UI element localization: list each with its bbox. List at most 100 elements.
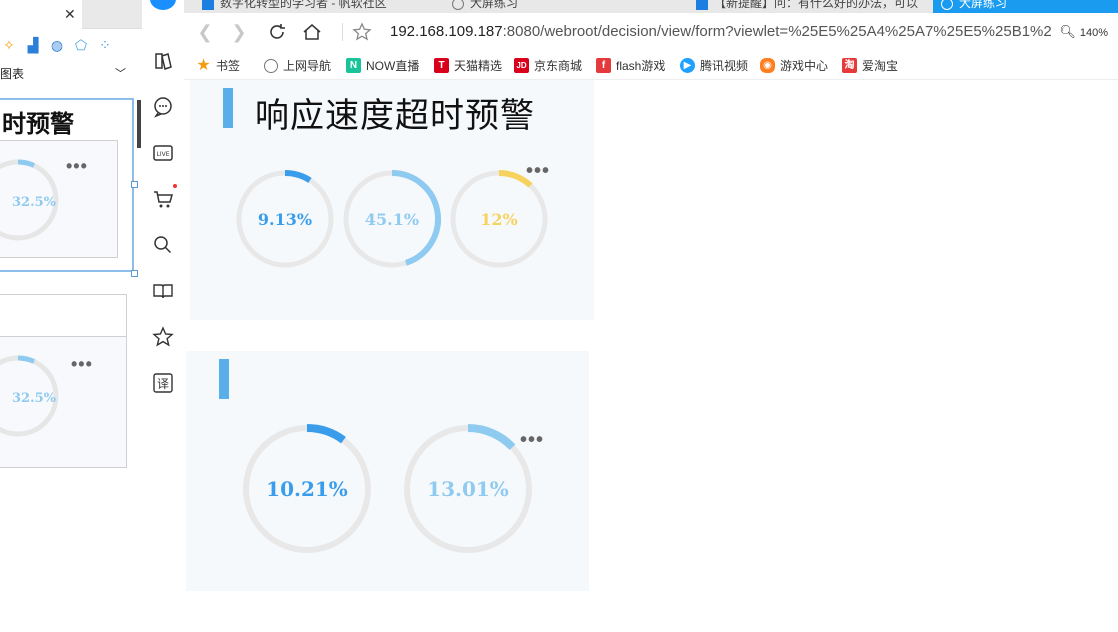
bookmark-4[interactable]: JD 京东商城: [514, 57, 582, 74]
radar-chart-icon[interactable]: ⬠: [72, 36, 90, 54]
url-path: :8080/webroot/decision/view/form?viewlet…: [502, 23, 1052, 40]
editor-scrollbar[interactable]: [137, 100, 141, 148]
gauge-value: 9.13%: [258, 210, 312, 229]
title-accent-bar: [219, 359, 229, 399]
bookmark-5[interactable]: f flash游戏: [596, 57, 665, 74]
chart-type-icon[interactable]: ✧: [0, 36, 18, 54]
taobao-icon: 淘: [842, 58, 857, 73]
bookmark-star-icon[interactable]: [351, 21, 373, 43]
bookmark-6[interactable]: ▶ 腾讯视频: [680, 57, 748, 74]
bookmark-7[interactable]: ◉ 游戏中心: [760, 57, 828, 74]
title-accent-bar: [223, 88, 233, 128]
tab-3-label: 大屏练习: [959, 0, 1008, 10]
search-icon[interactable]: [152, 234, 174, 256]
response-timeout-panel: 响应速度超时预警 ••• 9.13% 45.1% 12%: [190, 80, 594, 320]
gauge-value: 12%: [480, 210, 517, 229]
toolbar-separator: [342, 23, 343, 41]
bookmark-label: 游戏中心: [780, 59, 829, 73]
globe-icon: [452, 0, 464, 10]
notification-dot: [173, 184, 177, 188]
bookmark-0[interactable]: ★ 书签: [196, 57, 240, 74]
scatter-chart-icon[interactable]: ⁘: [96, 36, 114, 54]
live-icon[interactable]: LIVE: [152, 142, 174, 164]
gauge-arc: [306, 424, 346, 444]
widget-title-fragment: 时预警: [2, 111, 74, 138]
bookmark-label: 京东商城: [534, 59, 583, 73]
jd-icon: JD: [514, 58, 529, 73]
gauge-ring: 13.01%: [404, 424, 532, 553]
left-editor-window: ✕ ✧ ▟ ◍ ⬠ ⁘ 图表 ﹀ 时预警 32.5% ••• 32.5% •••: [0, 0, 143, 632]
shopping-cart-icon[interactable]: [152, 188, 174, 210]
bookmark-3[interactable]: T 天猫精选: [434, 57, 502, 74]
bookmark-label: flash游戏: [616, 59, 666, 73]
left-gauge-2: 32.5%: [0, 355, 59, 437]
gauge-chart-icon[interactable]: ◍: [48, 36, 66, 54]
editor-tabstrip-empty: [82, 0, 142, 29]
url-field[interactable]: 192.168.109.187:8080/webroot/decision/vi…: [390, 23, 1052, 40]
forward-icon[interactable]: ❯: [228, 21, 250, 43]
chevron-down-icon: ﹀: [115, 68, 126, 80]
left-gauge-2-value: 32.5%: [12, 391, 57, 406]
bookmark-1[interactable]: 上网导航: [264, 57, 331, 74]
panel-title: 响应速度超时预警: [255, 97, 535, 135]
browser-sidebar: LIVE 译: [142, 0, 185, 632]
collections-icon[interactable]: [152, 50, 174, 72]
svg-text:译: 译: [157, 377, 169, 391]
page-viewport: 响应速度超时预警 ••• 9.13% 45.1% 12% ••• 10.21%: [184, 80, 1118, 632]
tab-2[interactable]: 【新提醒】问：有什么好的办法，可以: [696, 0, 926, 13]
zoom-level: 140%: [1079, 27, 1108, 39]
gauge-value: 10.21%: [266, 477, 348, 501]
close-tab-icon[interactable]: ✕: [64, 6, 76, 23]
editor-tab[interactable]: ✕: [0, 0, 83, 28]
gauge-ring: 12%: [450, 170, 548, 268]
tab-0[interactable]: 数字化转型的学习者 - 帆软社区: [202, 0, 442, 13]
back-icon[interactable]: ❮: [194, 21, 216, 43]
bookmark-label: 天猫精选: [454, 59, 503, 73]
book-icon[interactable]: [152, 280, 174, 302]
fanruan-icon: [696, 0, 708, 10]
gauge-arc: [498, 170, 533, 188]
reload-icon[interactable]: [266, 21, 288, 43]
gauge-value: 13.01%: [427, 477, 509, 501]
bookmark-2[interactable]: N NOW直播: [346, 57, 419, 74]
svg-text:LIVE: LIVE: [156, 151, 169, 158]
home-icon[interactable]: [301, 21, 323, 43]
editor-toolbar: ✧ ▟ ◍ ⬠ ⁘: [0, 30, 142, 60]
bookmark-label: 腾讯视频: [700, 59, 749, 73]
more-icon[interactable]: •••: [66, 156, 88, 177]
resize-handle[interactable]: [131, 181, 138, 188]
tab-3-active[interactable]: 大屏练习: [933, 0, 1118, 13]
browser-logo-icon[interactable]: [150, 0, 176, 10]
globe-icon: [264, 58, 278, 73]
flash-icon: f: [596, 58, 611, 73]
star-icon: ★: [196, 57, 211, 74]
tab-2-label: 【新提醒】问：有什么好的办法，可以: [714, 0, 919, 10]
area-chart-icon[interactable]: ▟: [24, 36, 42, 54]
more-icon[interactable]: •••: [71, 354, 93, 375]
bookmark-label: 爱淘宝: [862, 59, 899, 73]
now-icon: N: [346, 58, 361, 73]
bookmark-8[interactable]: 淘爱淘宝: [842, 57, 898, 74]
gauge-ring: 45.1%: [343, 170, 441, 268]
tab-1-label: 大屏练习: [470, 0, 519, 10]
star-icon[interactable]: [152, 326, 174, 348]
tmall-icon: T: [434, 58, 449, 73]
address-row: ❮ ❯ 192.168.109.187:8080/webroot/decisio…: [184, 13, 1118, 52]
tab-1[interactable]: 大屏练习: [452, 0, 682, 13]
resize-handle[interactable]: [131, 270, 138, 277]
gauge-arc: [284, 170, 312, 183]
chart-select[interactable]: 图表 ﹀: [0, 62, 128, 86]
tab-strip: 数字化转型的学习者 - 帆软社区 大屏练习 【新提醒】问：有什么好的办法，可以 …: [184, 0, 1118, 13]
left-gauge-1-value: 32.5%: [12, 195, 57, 210]
zoom-indicator[interactable]: 🔍︎ 140%: [1059, 24, 1108, 40]
url-host: 192.168.109.187: [390, 23, 503, 40]
tencent-video-icon: ▶: [680, 58, 695, 73]
chat-icon[interactable]: [152, 96, 174, 118]
gauge-value: 45.1%: [365, 210, 419, 229]
gamepad-icon: ◉: [760, 58, 775, 73]
gauge-ring: 10.21%: [243, 424, 371, 553]
translate-icon[interactable]: 译: [152, 372, 174, 394]
zoom-icon: 🔍︎: [1059, 24, 1076, 39]
bookmark-label: NOW直播: [366, 59, 420, 73]
bookmarks-bar: ★ 书签 上网导航 N NOW直播 T 天猫精选 JD 京东商城 f flash游戏 ▶ 腾…: [184, 51, 1118, 80]
